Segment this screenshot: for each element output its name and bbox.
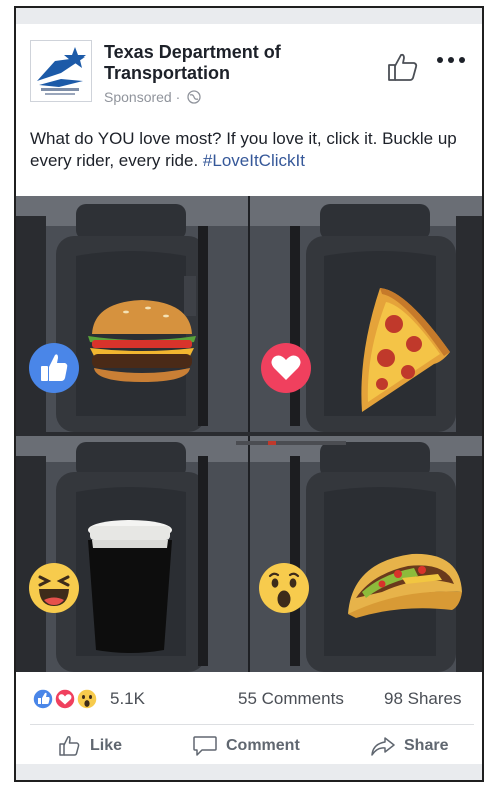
reactions-count[interactable]: 5.1K: [110, 689, 145, 709]
reaction-summary-icons[interactable]: [32, 688, 102, 710]
seatbelt-buckle-strip: [16, 432, 482, 445]
post-stats: 5.1K 55 Comments 98 Shares: [16, 672, 482, 724]
post-image[interactable]: [16, 196, 482, 672]
share-label: Share: [404, 737, 449, 754]
hamburger-image: [88, 300, 196, 382]
shares-count-link[interactable]: 98 Shares: [384, 689, 462, 709]
like-page-thumb-icon[interactable]: [386, 50, 420, 84]
coffee-cup-image: [88, 520, 172, 653]
thumbs-up-icon: [59, 736, 80, 756]
post-frame: Texas Department of Transportation Spons…: [14, 6, 484, 782]
wow-reaction-icon: [259, 563, 309, 613]
share-button[interactable]: Share: [370, 733, 448, 759]
post-caption: What do YOU love most? If you love it, c…: [30, 128, 474, 172]
facebook-post-card: Texas Department of Transportation Spons…: [16, 24, 482, 764]
pizza-slice-image: [361, 288, 450, 412]
hashtag-link[interactable]: #LoveItClickIt: [203, 151, 305, 170]
like-label: Like: [90, 737, 123, 754]
page-name[interactable]: Texas Department of Transportation: [104, 42, 334, 84]
taco-image: [348, 553, 462, 618]
comment-button[interactable]: Comment: [192, 733, 300, 759]
quadrant-like-burger: [16, 196, 248, 432]
txdot-logo-icon[interactable]: [30, 40, 92, 102]
like-button[interactable]: Like: [58, 733, 122, 759]
sponsored-text: Sponsored ·: [104, 89, 185, 105]
comment-bubble-icon: [193, 736, 217, 756]
like-reaction-icon: [29, 343, 79, 393]
quadrant-wow-taco: [250, 436, 482, 672]
post-actions-bar: Like Comment Share: [16, 725, 482, 765]
quadrant-love-pizza: [250, 196, 482, 432]
more-options-icon[interactable]: [434, 54, 468, 66]
quadrant-haha-coffee: [16, 436, 248, 672]
love-reaction-icon: [261, 343, 311, 393]
comment-label: Comment: [226, 737, 300, 754]
sponsored-label: Sponsored ·: [104, 89, 201, 105]
globe-icon: [187, 90, 201, 104]
post-header: Texas Department of Transportation Spons…: [16, 24, 482, 106]
haha-reaction-icon: [29, 563, 79, 613]
comments-count-link[interactable]: 55 Comments: [238, 689, 344, 709]
share-arrow-icon: [371, 737, 395, 756]
